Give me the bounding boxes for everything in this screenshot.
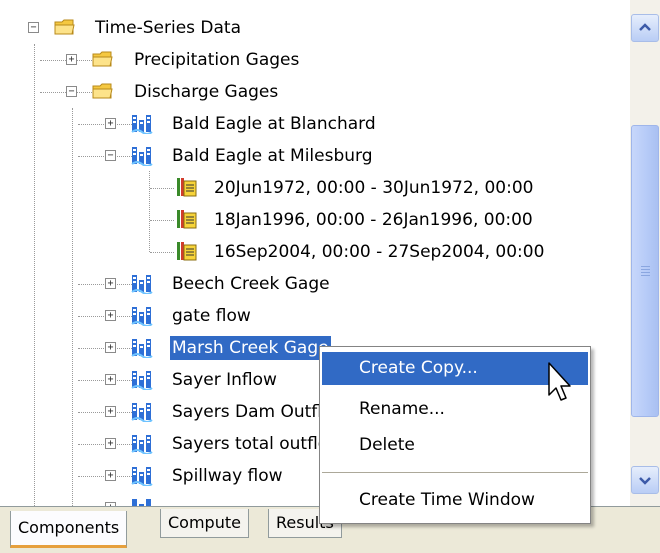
chevron-down-icon xyxy=(639,477,651,485)
tree-node-label: 18Jan1996, 00:00 - 26Jan1996, 00:00 xyxy=(214,210,533,230)
collapse-toggle[interactable]: − xyxy=(105,150,116,161)
tab-compute[interactable]: Compute xyxy=(160,509,249,538)
gage-station-icon xyxy=(131,275,153,294)
tree-node-label: Precipitation Gages xyxy=(134,50,300,70)
expand-toggle[interactable]: + xyxy=(105,470,116,481)
mouse-pointer-icon xyxy=(548,362,571,401)
gage-station-icon xyxy=(131,307,153,326)
collapse-toggle[interactable]: − xyxy=(28,22,39,33)
tree-node-label: Bald Eagle at Blanchard xyxy=(172,114,376,134)
collapse-toggle[interactable]: − xyxy=(66,86,77,97)
expand-toggle[interactable]: + xyxy=(105,406,116,417)
menu-separator xyxy=(322,472,588,473)
gage-station-icon xyxy=(132,499,151,506)
expand-toggle[interactable]: + xyxy=(105,118,116,129)
scroll-thumb[interactable] xyxy=(631,125,659,417)
time-window-icon xyxy=(177,178,197,197)
tree-node-label: Marsh Creek Gage xyxy=(170,336,331,360)
gage-station-icon xyxy=(131,403,153,422)
tree-node-time-window[interactable]: 16Sep2004, 00:00 - 27Sep2004, 00:00 xyxy=(0,236,620,268)
chevron-up-icon xyxy=(639,23,651,31)
tree-node-gage[interactable]: + Beech Creek Gage xyxy=(0,268,620,300)
tree-node-label: Beech Creek Gage xyxy=(172,274,330,294)
hms-component-panel: − Time-Series Data + Precipitation Gages… xyxy=(0,0,660,553)
gage-station-icon xyxy=(131,147,153,166)
folder-icon xyxy=(92,51,113,67)
menu-item-create-time-window[interactable]: Create Time Window xyxy=(322,484,588,517)
gage-station-icon xyxy=(131,467,153,486)
gage-station-icon xyxy=(131,371,153,390)
tree-node-time-series-data[interactable]: − Time-Series Data xyxy=(0,12,620,44)
time-window-icon xyxy=(177,242,197,261)
gage-station-icon xyxy=(131,115,153,134)
tree-node-precipitation-gages[interactable]: + Precipitation Gages xyxy=(0,44,620,76)
tree-node-label: gate flow xyxy=(172,306,251,326)
tree-node-label: Sayer Inflow xyxy=(172,370,277,390)
scroll-up-button[interactable] xyxy=(631,14,659,42)
expand-toggle[interactable]: + xyxy=(105,342,116,353)
gage-station-icon xyxy=(131,339,153,358)
expand-toggle[interactable]: + xyxy=(105,278,116,289)
expand-toggle[interactable]: + xyxy=(105,374,116,385)
tree-node-label: Spillway flow xyxy=(172,466,283,486)
menu-item-delete[interactable]: Delete xyxy=(322,429,588,462)
tree-node-label: Discharge Gages xyxy=(134,82,279,102)
folder-icon xyxy=(92,83,113,99)
folder-icon xyxy=(54,19,75,35)
tab-components[interactable]: Components xyxy=(10,511,128,548)
tree-node-label: Time-Series Data xyxy=(95,18,242,38)
tree-node-label: Bald Eagle at Milesburg xyxy=(172,146,373,166)
scroll-down-button[interactable] xyxy=(631,466,659,494)
tree-node-label: Sayers total outflow xyxy=(172,434,343,454)
tree-node-discharge-gages[interactable]: − Discharge Gages xyxy=(0,76,620,108)
expand-toggle[interactable]: + xyxy=(105,310,116,321)
time-window-icon xyxy=(177,210,197,229)
expand-toggle[interactable]: + xyxy=(105,438,116,449)
tree-node-label: 16Sep2004, 00:00 - 27Sep2004, 00:00 xyxy=(214,242,545,262)
tree-node-gage[interactable]: − Bald Eagle at Milesburg xyxy=(0,140,620,172)
tree-node-time-window[interactable]: 20Jun1972, 00:00 - 30Jun1972, 00:00 xyxy=(0,172,620,204)
tree-node-time-window[interactable]: 18Jan1996, 00:00 - 26Jan1996, 00:00 xyxy=(0,204,620,236)
expand-toggle[interactable]: + xyxy=(66,54,77,65)
tree-node-label: 20Jun1972, 00:00 - 30Jun1972, 00:00 xyxy=(214,178,534,198)
gage-station-icon xyxy=(131,435,153,454)
vertical-scrollbar[interactable] xyxy=(630,0,660,506)
tree-node-gage[interactable]: + gate flow xyxy=(0,300,620,332)
tree-node-gage[interactable]: + Bald Eagle at Blanchard xyxy=(0,108,620,140)
tree-node-label xyxy=(170,496,174,506)
